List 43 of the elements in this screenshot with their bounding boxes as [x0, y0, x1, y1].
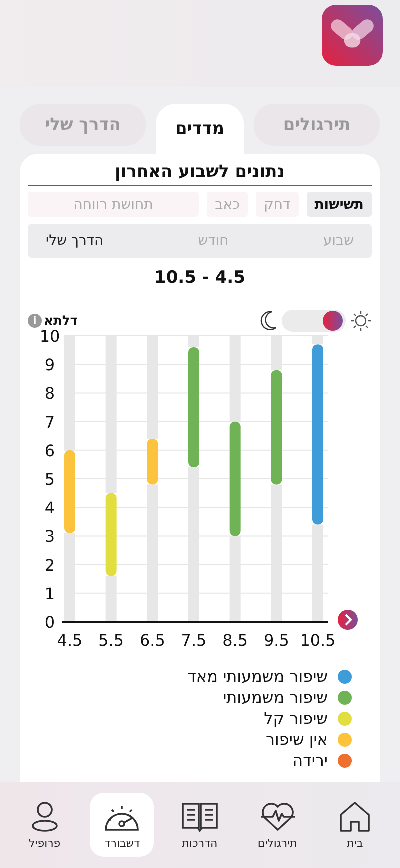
- axis-label: 10.5: [300, 631, 336, 650]
- range-label: 10.5 - 4.5: [154, 268, 246, 288]
- axis-label: 4.5: [57, 631, 83, 650]
- axis-label: 7: [44, 412, 56, 432]
- axis-label: 6.5: [140, 631, 166, 650]
- nav-item[interactable]: בית: [323, 793, 388, 857]
- card-title: נתונים לשבוע האחרון: [114, 162, 286, 182]
- legend-label: שיפור קל: [264, 709, 328, 728]
- axis-label: 9.5: [264, 631, 290, 650]
- axis-label: 8: [44, 384, 56, 404]
- person-icon: [30, 800, 60, 834]
- sun-icon: [350, 310, 372, 332]
- nav-item[interactable]: פרופיל: [12, 793, 77, 857]
- axis-label: 8.5: [222, 631, 248, 650]
- tab[interactable]: מדדים: [156, 104, 244, 154]
- delta-label: דלתא: [44, 314, 78, 328]
- axis-label: 0: [44, 613, 56, 632]
- axis-label: 2: [44, 556, 56, 575]
- book-icon: [181, 800, 220, 834]
- axis-label: 5.5: [98, 631, 124, 650]
- axis-label: 4: [44, 498, 56, 518]
- axis-label: 5: [44, 470, 56, 489]
- legend-label: שיפור משמעותי: [223, 688, 328, 707]
- legend-label: שיפור משמעותי מאד: [188, 667, 328, 686]
- axis-label: 1: [44, 584, 56, 604]
- moon-icon: [258, 310, 278, 332]
- filter-chip[interactable]: תשישות: [306, 192, 372, 217]
- nav-item[interactable]: תירגולים: [246, 793, 310, 857]
- axis-label: 7.5: [181, 631, 207, 650]
- axis-label: 3: [44, 527, 56, 546]
- nav-item[interactable]: דשבורד: [90, 793, 154, 857]
- next-button[interactable]: [338, 610, 358, 630]
- nav-item[interactable]: הדרכות: [168, 793, 232, 857]
- home-icon: [338, 800, 372, 834]
- axis-label: 6: [44, 441, 56, 460]
- heartbeat-icon: [258, 800, 297, 834]
- period-tab[interactable]: הדרך שלי: [46, 224, 104, 258]
- legend-label: אין שיפור: [266, 730, 328, 749]
- theme-toggle[interactable]: [282, 310, 346, 332]
- app-logo: [322, 5, 383, 66]
- axis-label: 10: [40, 327, 60, 346]
- legend-label: ירידה: [292, 751, 328, 770]
- axis-label: 9: [44, 356, 56, 375]
